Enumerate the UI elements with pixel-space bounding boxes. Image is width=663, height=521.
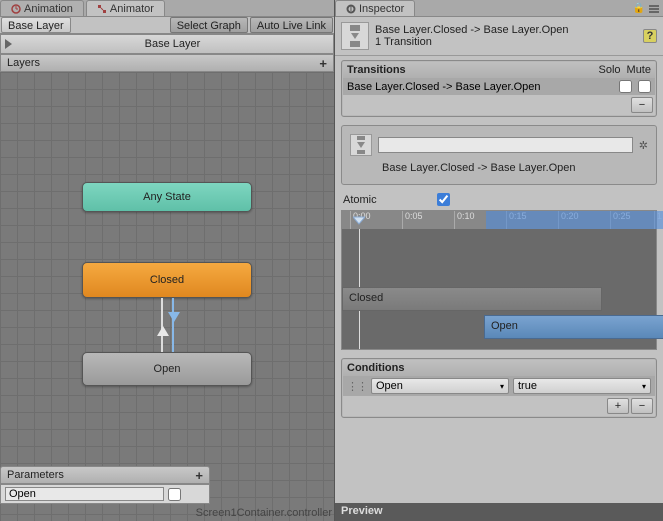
transition-name-input[interactable] [378,137,633,153]
transition-icon [341,22,369,50]
tab-inspector-label: Inspector [359,3,404,15]
tab-animation-label: Animation [24,3,73,15]
tab-animator[interactable]: Animator [86,0,165,16]
transition-closed-to-open[interactable] [172,298,174,352]
transition-list-item[interactable]: Base Layer.Closed -> Base Layer.Open [343,78,655,95]
dropdown-arrow-icon: ▾ [500,382,504,391]
transition-arrow-down-icon [168,312,180,322]
help-button[interactable]: ? [643,29,657,43]
animator-toolbar: Base Layer Select Graph Auto Live Link [0,17,334,34]
select-graph-button[interactable]: Select Graph [170,17,248,33]
status-text: Screen1Container.controller [196,507,332,519]
transitions-section: Transitions Solo Mute Base Layer.Closed … [341,60,657,117]
node-closed[interactable]: Closed [82,262,252,298]
add-condition-button[interactable]: + [607,398,629,414]
transition-open-to-closed[interactable] [161,298,163,352]
transition-detail-section: ✲ Base Layer.Closed -> Base Layer.Open [341,125,657,185]
solo-checkbox[interactable] [619,80,632,93]
timeline-clip-open[interactable]: Open [484,315,663,339]
conditions-header-label: Conditions [347,362,404,374]
animator-icon [97,4,107,14]
parameter-value-checkbox[interactable] [168,488,181,501]
transition-icon-small [350,134,372,156]
breadcrumb-base-layer[interactable]: Base Layer [1,17,71,33]
inspector-header: Base Layer.Closed -> Base Layer.Open 1 T… [335,17,663,56]
tab-inspector[interactable]: i Inspector [335,0,415,16]
condition-row: ⋮⋮ Open▾ true▾ [343,376,655,396]
add-layer-button[interactable]: + [319,56,327,71]
atomic-checkbox[interactable] [437,193,450,206]
timeline-ruler[interactable]: 0:00 0:05 0:10 0:15 0:20 0:25 1 [342,211,656,229]
timeline-selection[interactable] [486,211,663,229]
condition-value-select[interactable]: true▾ [513,378,651,394]
auto-live-link-button[interactable]: Auto Live Link [250,17,333,33]
drag-handle-icon[interactable]: ⋮⋮ [347,380,367,393]
parameters-header-label: Parameters [7,469,64,481]
mute-checkbox[interactable] [638,80,651,93]
transition-settings-gear-icon[interactable]: ✲ [639,139,648,152]
tab-animation[interactable]: Animation [0,0,84,16]
transition-name-label: Base Layer.Closed -> Base Layer.Open [344,160,654,180]
add-parameter-button[interactable]: + [195,468,203,483]
animation-icon [11,4,21,14]
solo-column-label: Solo [599,64,621,76]
layers-header: Layers + [0,54,334,72]
transition-timeline[interactable]: 0:00 0:05 0:10 0:15 0:20 0:25 1 Closed O… [341,210,657,350]
playhead-icon[interactable] [353,214,365,226]
lock-icon[interactable]: 🔒 [633,3,645,14]
parameters-header: Parameters + [0,466,210,484]
parameter-row [0,484,210,504]
node-open[interactable]: Open [82,352,252,386]
transition-arrow-up-icon [157,326,169,336]
layer-item-base[interactable]: Base Layer [0,34,334,54]
status-bar: Screen1Container.controller [196,505,332,521]
timeline-body[interactable]: Closed Open [342,229,656,349]
mute-column-label: Mute [627,64,651,76]
layers-header-label: Layers [7,57,40,69]
state-graph[interactable]: Any State Closed Open Parameters + Scree… [0,72,334,521]
inspector-icon: i [346,4,356,14]
svg-text:i: i [350,4,352,14]
condition-param-select[interactable]: Open▾ [371,378,509,394]
timeline-clip-closed[interactable]: Closed [342,287,602,311]
layer-play-icon [5,39,12,49]
node-any-state[interactable]: Any State [82,182,252,212]
layer-label: Base Layer [16,38,329,50]
conditions-section: Conditions ⋮⋮ Open▾ true▾ + − [341,358,657,418]
remove-transition-button[interactable]: − [631,97,653,113]
preview-bar[interactable]: Preview [335,503,663,521]
transition-item-label: Base Layer.Closed -> Base Layer.Open [347,81,613,93]
dropdown-arrow-icon: ▾ [642,382,646,391]
parameter-name-input[interactable] [5,487,164,501]
transitions-header-label: Transitions [347,64,406,76]
inspector-title: Base Layer.Closed -> Base Layer.Open [375,24,637,36]
animator-tabs: Animation Animator [0,0,334,17]
panel-menu-icon[interactable] [649,3,659,13]
inspector-subtitle: 1 Transition [375,36,637,48]
tab-animator-label: Animator [110,3,154,15]
atomic-label: Atomic [343,194,377,206]
remove-condition-button[interactable]: − [631,398,653,414]
